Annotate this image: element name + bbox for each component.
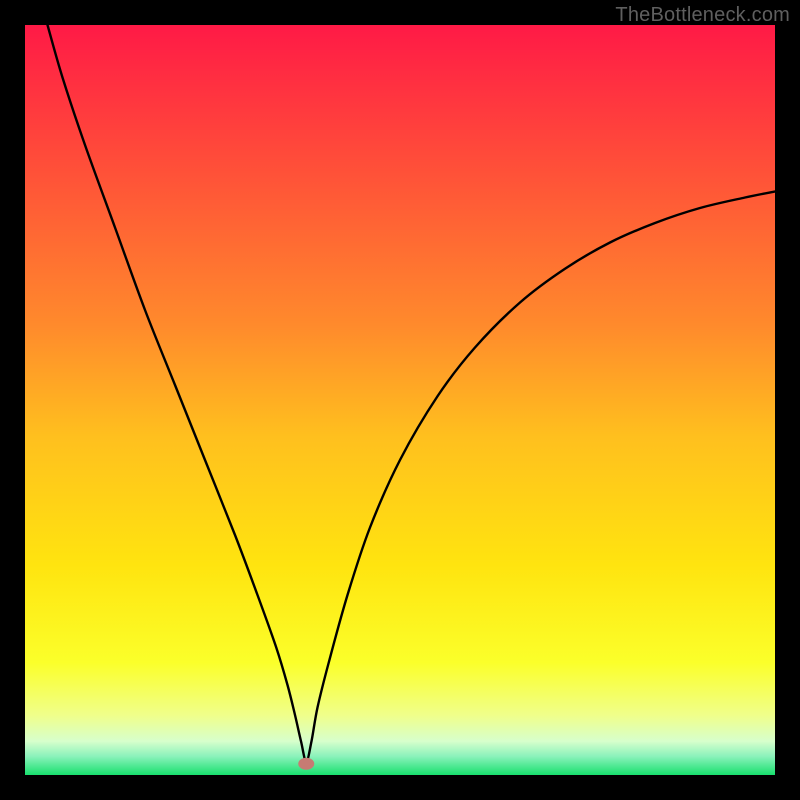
watermark-text: TheBottleneck.com: [615, 4, 790, 27]
chart-svg: [25, 25, 775, 775]
optimum-marker: [298, 758, 314, 770]
chart-stage: TheBottleneck.com: [0, 0, 800, 800]
gradient-background: [25, 25, 775, 775]
plot-area: [25, 25, 775, 775]
